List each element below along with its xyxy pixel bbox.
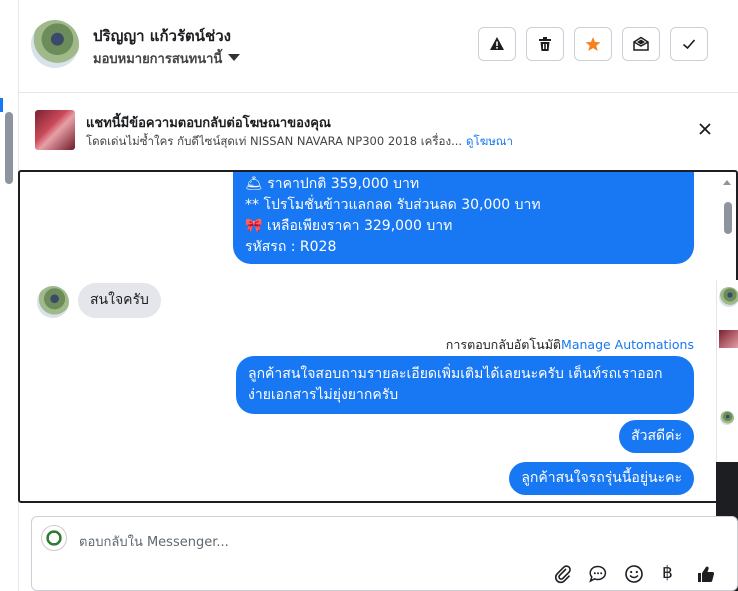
scroll-indicator — [0, 98, 3, 112]
ad-thumbnail[interactable] — [35, 110, 75, 150]
delete-button[interactable] — [526, 27, 564, 61]
view-ad-link[interactable]: ดูโฆษณา — [466, 134, 513, 148]
warning-icon — [490, 37, 504, 50]
auto-reply-text: การตอบกลับอัตโนมัติ — [445, 337, 562, 352]
scrollbar-thumb[interactable] — [5, 112, 13, 184]
close-icon[interactable] — [696, 120, 714, 138]
emoji-icon[interactable] — [624, 564, 644, 584]
sender-avatar[interactable] — [37, 286, 69, 318]
payment-baht-icon[interactable]: ฿ — [662, 563, 673, 583]
page-scrollbar[interactable] — [0, 0, 19, 591]
page-logo — [41, 525, 67, 551]
ad-description: โดดเด่นไม่ซ้ำใคร กับดีไซน์สุดเท่ NISSAN … — [86, 134, 463, 148]
divider — [19, 92, 738, 93]
caret-down-icon — [228, 54, 241, 61]
promo-line: 🛎 ราคาปกติ 359,000 บาท — [245, 176, 420, 192]
promo-line: 🎀 เหลือเพียงราคา 329,000 บาท — [245, 218, 453, 234]
outgoing-message: ลูกค้าสนใจรถรุ่นนี้อยู่นะคะ — [509, 462, 694, 495]
trash-icon — [539, 37, 551, 51]
outgoing-message-promo: 🛎 ราคาปกติ 359,000 บาท ** โปรโมชั่นข้าวแ… — [233, 172, 694, 264]
chat-scrollbar-thumb[interactable] — [724, 202, 732, 234]
conversation-avatar[interactable] — [719, 287, 738, 307]
star-button[interactable] — [574, 27, 612, 61]
ad-banner-subtitle: โดดเด่นไม่ซ้ำใคร กับดีไซน์สุดเท่ NISSAN … — [86, 133, 513, 151]
promo-line: ** โปรโมชั่นข้าวแลกลด รับส่วนลด 30,000 บ… — [245, 197, 541, 213]
message-thread[interactable]: 🛎 ราคาปกติ 359,000 บาท ** โปรโมชั่นข้าวแ… — [18, 170, 738, 503]
manage-automations-link[interactable]: Manage Automations — [561, 337, 694, 352]
thumbs-up-icon[interactable] — [696, 564, 716, 584]
scroll-up-arrow-icon[interactable] — [723, 180, 731, 185]
conversation-avatar[interactable] — [720, 411, 734, 425]
assign-label: มอบหมายการสนทนานี้ — [93, 52, 223, 67]
auto-reply-label: การตอบกลับอัตโนมัติManage Automations — [446, 335, 694, 355]
incoming-message: สนใจครับ — [78, 283, 161, 318]
user-name[interactable]: ปริญญา แก้วรัตน์ช่วง — [93, 24, 231, 48]
mark-done-button[interactable] — [670, 27, 708, 61]
assign-conversation-dropdown[interactable]: มอบหมายการสนทนานี้ — [93, 48, 241, 69]
ad-banner-title: แชทนี้มีข้อความตอบกลับต่อโฆษณาของคุณ — [86, 116, 331, 131]
envelope-open-icon — [633, 36, 649, 51]
star-icon — [585, 37, 601, 51]
attachment-icon[interactable] — [553, 564, 573, 584]
mark-unread-button[interactable] — [622, 27, 660, 61]
ad-thumbnail-small[interactable] — [719, 330, 738, 348]
promo-line: รหัสรถ : R028 — [245, 239, 337, 255]
report-button[interactable] — [478, 27, 516, 61]
outgoing-message: สัวสดีค่ะ — [619, 420, 694, 453]
check-icon — [682, 39, 696, 50]
outgoing-message: ลูกค้าสนใจสอบถามรายละเอียดเพิ่มเติมได้เล… — [236, 356, 694, 414]
reply-input[interactable]: ตอบกลับใน Messenger... — [79, 531, 229, 552]
saved-reply-icon[interactable] — [588, 564, 608, 584]
avatar[interactable] — [31, 20, 79, 68]
